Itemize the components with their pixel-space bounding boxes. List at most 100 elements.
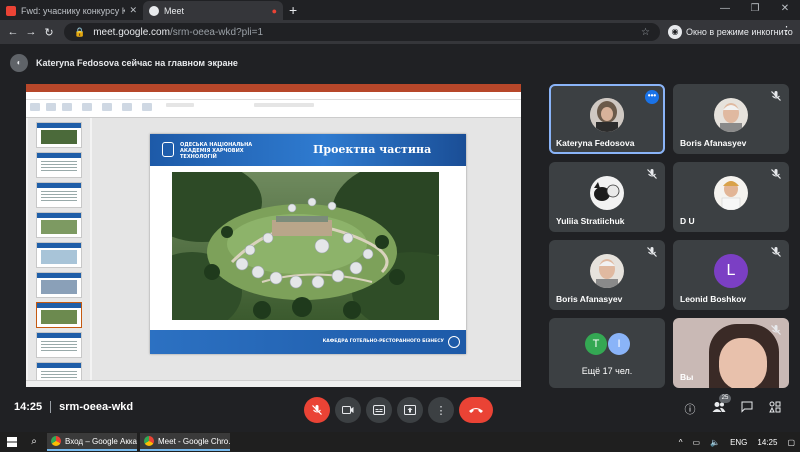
participant-tile[interactable]: Yuliia Stratiichuk xyxy=(549,162,665,232)
lock-icon[interactable]: 🔒 xyxy=(74,27,85,38)
window-controls: — ❐ ✕ xyxy=(710,0,800,18)
tab-gmail[interactable]: Fwd: учаснику конкурсу КРАЩ... ✕ xyxy=(0,1,143,20)
participant-name: Boris Afanasyev xyxy=(556,294,623,304)
volume-icon[interactable]: 🔈 xyxy=(710,438,720,447)
notifications-icon[interactable]: ▢ xyxy=(787,438,795,447)
present-icon xyxy=(404,405,416,415)
slide-thumbnail-selected xyxy=(36,302,82,328)
department-logo-icon xyxy=(448,336,460,348)
more-options-button[interactable]: ⋮ xyxy=(428,397,454,423)
avatar-photo xyxy=(714,98,748,132)
chrome-icon xyxy=(51,436,61,446)
mic-off-icon xyxy=(771,169,781,179)
slide-thumbnail xyxy=(36,242,82,268)
language-indicator[interactable]: ENG xyxy=(730,438,747,447)
participant-name: Leonid Boshkov xyxy=(680,294,747,304)
windows-start-icon[interactable] xyxy=(0,432,24,452)
ribbon-icon xyxy=(102,103,112,111)
slide-title: Проектна частина xyxy=(313,143,432,156)
close-window-icon[interactable]: ✕ xyxy=(770,0,800,18)
browser-tab-strip: Fwd: учаснику конкурсу КРАЩ... ✕ Meet ● … xyxy=(0,0,800,20)
minimize-icon[interactable]: — xyxy=(710,0,740,18)
more-participants-label: Ещё 17 чел. xyxy=(581,366,633,376)
ppt-ribbon xyxy=(26,100,521,118)
participant-tile[interactable]: L Leonid Boshkov xyxy=(673,240,789,310)
mic-off-icon xyxy=(771,247,781,257)
avatar-photo xyxy=(590,176,624,210)
end-call-button[interactable] xyxy=(459,397,493,423)
more-participants-tile[interactable]: T I Ещё 17 чел. xyxy=(549,318,665,388)
mic-toggle-button[interactable] xyxy=(304,397,330,423)
taskbar-item-label: Вход – Google Аккау... xyxy=(65,436,137,446)
chat-glyph xyxy=(741,401,753,413)
tray-arrow-icon[interactable]: ^ xyxy=(679,438,683,447)
slide-thumbnail xyxy=(36,332,82,358)
slide-thumbnail xyxy=(36,152,82,178)
ribbon-icon xyxy=(122,103,132,111)
slide-thumbnail xyxy=(36,272,82,298)
clock[interactable]: 14:25 xyxy=(757,438,777,447)
ribbon-icon xyxy=(62,103,72,111)
slide-header: ОДЕСЬКА НАЦІОНАЛЬНА АКАДЕМІЯ ХАРЧОВИХ ТЕ… xyxy=(150,134,466,166)
url-host: meet.google.com xyxy=(93,26,170,38)
ribbon-icon xyxy=(82,103,92,111)
search-icon[interactable]: ⌕ xyxy=(24,432,44,452)
avatar xyxy=(590,176,624,210)
slide-thumbnail xyxy=(36,182,82,208)
new-tab-button[interactable]: + xyxy=(283,1,303,20)
slide-thumbnails xyxy=(28,118,90,387)
shared-screen: ОДЕСЬКА НАЦІОНАЛЬНА АКАДЕМІЯ ХАРЧОВИХ ТЕ… xyxy=(26,84,521,387)
bookmark-star-icon[interactable]: ☆ xyxy=(641,27,650,38)
avatar: L xyxy=(714,254,748,288)
mic-off-icon xyxy=(647,169,657,179)
slide-thumbnail xyxy=(36,122,82,148)
tab-meet[interactable]: Meet ● xyxy=(143,1,283,20)
activities-icon[interactable] xyxy=(766,401,784,419)
avatar-photo xyxy=(590,254,624,288)
self-view-tile[interactable]: Вы xyxy=(673,318,789,388)
incognito-indicator[interactable]: ◉ Окно в режиме инкогнито xyxy=(668,23,793,41)
more-vert-icon: ⋮ xyxy=(435,404,447,417)
mic-off-icon xyxy=(771,91,781,101)
present-screen-button[interactable] xyxy=(397,397,423,423)
taskbar-item[interactable]: Meet - Google Chro... xyxy=(140,433,230,451)
browser-menu-icon[interactable]: ⋮ xyxy=(781,24,792,37)
incognito-icon: ◉ xyxy=(668,25,682,39)
reload-icon[interactable]: ↻ xyxy=(40,26,58,39)
presenter-avatar: ◐ xyxy=(10,54,28,72)
current-slide: ОДЕСЬКА НАЦІОНАЛЬНА АКАДЕМІЯ ХАРЧОВИХ ТЕ… xyxy=(150,134,466,354)
url-bar[interactable]: 🔒 meet.google.com /srm-oeea-wkd?pli=1 ☆ xyxy=(64,23,660,41)
more-options-icon[interactable]: ••• xyxy=(645,90,659,104)
close-icon[interactable]: ✕ xyxy=(129,5,137,16)
maximize-icon[interactable]: ❐ xyxy=(740,0,770,18)
captions-button[interactable] xyxy=(366,397,392,423)
taskbar-item[interactable]: Вход – Google Аккау... xyxy=(47,433,137,451)
camera-icon xyxy=(342,406,354,414)
participant-tile[interactable]: D U xyxy=(673,162,789,232)
network-icon[interactable]: ▭ xyxy=(693,438,701,447)
participant-name: D U xyxy=(680,216,695,226)
tab-title: Meet xyxy=(164,5,185,16)
meeting-time: 14:25 xyxy=(14,401,43,413)
avatar-photo xyxy=(714,176,748,210)
chrome-icon xyxy=(144,436,154,446)
forward-icon[interactable]: → xyxy=(22,26,40,38)
mic-off-icon xyxy=(312,405,322,415)
slide-footer: КАФЕДРА ГОТЕЛЬНО-РЕСТОРАННОГО БІЗНЕСУ xyxy=(150,330,466,354)
avatar-photo xyxy=(590,98,624,132)
academy-name: ОДЕСЬКА НАЦІОНАЛЬНА АКАДЕМІЯ ХАРЧОВИХ ТЕ… xyxy=(180,142,253,160)
taskbar-item-label: Meet - Google Chro... xyxy=(158,436,230,446)
resort-render-graphic xyxy=(172,172,439,320)
people-icon[interactable] xyxy=(710,401,728,419)
participant-tile[interactable]: Boris Afanasyev xyxy=(549,240,665,310)
camera-toggle-button[interactable] xyxy=(335,397,361,423)
ppt-statusbar xyxy=(26,380,521,387)
meeting-details-icon[interactable]: ⓘ xyxy=(681,401,699,419)
participant-tile[interactable]: Boris Afanasyev xyxy=(673,84,789,154)
participant-tile[interactable]: ••• Kateryna Fedosova xyxy=(549,84,665,154)
chat-icon[interactable] xyxy=(738,401,756,419)
meeting-code: srm-oeea-wkd xyxy=(59,401,134,413)
participant-name: Yuliia Stratiichuk xyxy=(556,216,625,226)
close-icon[interactable]: ● xyxy=(272,6,277,16)
back-icon[interactable]: ← xyxy=(4,26,22,38)
